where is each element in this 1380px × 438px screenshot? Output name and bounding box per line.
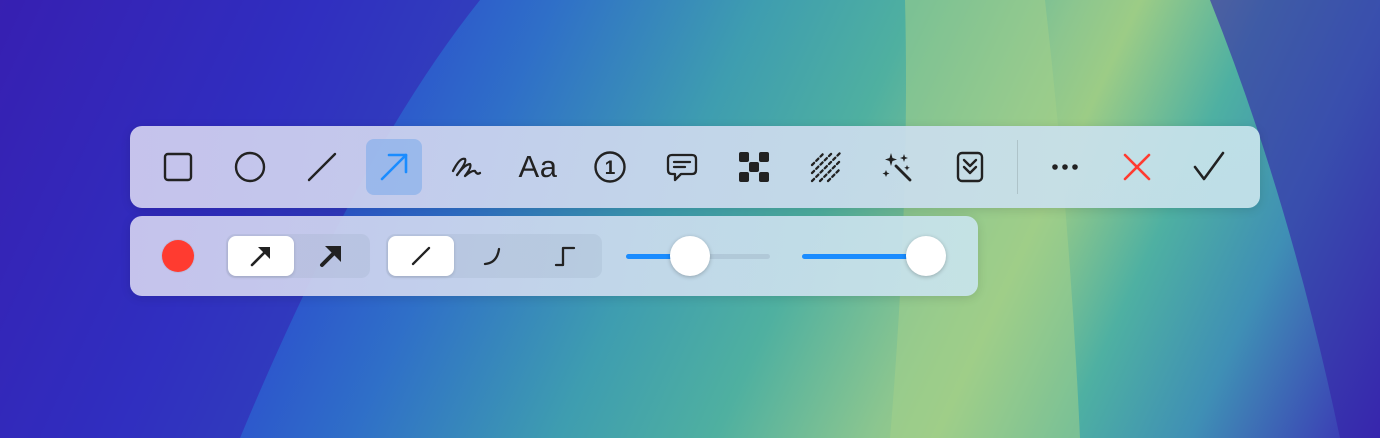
save-tool[interactable] bbox=[942, 139, 998, 195]
text-tool[interactable]: Aa bbox=[510, 139, 566, 195]
stroke-size-slider[interactable] bbox=[626, 236, 770, 276]
magic-tool[interactable] bbox=[870, 139, 926, 195]
hatch-icon bbox=[810, 151, 842, 183]
download-box-icon bbox=[956, 151, 984, 183]
text-tool-label: Aa bbox=[518, 149, 558, 184]
opacity-knob[interactable] bbox=[906, 236, 946, 276]
pixelate-tool[interactable] bbox=[726, 139, 782, 195]
rectangle-icon bbox=[163, 152, 193, 182]
arrow-style-segmented bbox=[226, 234, 370, 278]
ellipse-icon bbox=[234, 151, 266, 183]
line-style-segmented bbox=[386, 234, 602, 278]
rectangle-tool[interactable] bbox=[150, 139, 206, 195]
close-icon bbox=[1123, 153, 1151, 181]
color-picker-swatch[interactable] bbox=[162, 240, 194, 272]
arrow-icon bbox=[380, 153, 408, 181]
ellipse-tool[interactable] bbox=[222, 139, 278, 195]
checkmark-icon bbox=[1193, 151, 1225, 181]
line-icon bbox=[307, 152, 337, 182]
tool-options-bar bbox=[130, 216, 978, 296]
svg-text:1: 1 bbox=[605, 158, 616, 179]
stroke-size-knob[interactable] bbox=[670, 236, 710, 276]
confirm-button[interactable] bbox=[1181, 139, 1237, 195]
magic-wand-icon bbox=[882, 153, 912, 182]
elbow-line-icon bbox=[554, 246, 576, 267]
cancel-button[interactable] bbox=[1109, 139, 1165, 195]
elbow-line-button[interactable] bbox=[532, 236, 598, 276]
scribble-icon bbox=[451, 157, 482, 178]
pen-tool[interactable] bbox=[438, 139, 494, 195]
arrow-filled-icon bbox=[320, 246, 341, 267]
line-tool[interactable] bbox=[294, 139, 350, 195]
callout-tool[interactable] bbox=[654, 139, 710, 195]
curved-line-icon bbox=[483, 247, 501, 266]
outline-arrow-style-button[interactable] bbox=[228, 236, 294, 276]
straight-line-icon bbox=[411, 246, 431, 266]
more-icon bbox=[1052, 164, 1078, 170]
annotation-toolbar: Aa 1 bbox=[130, 126, 1260, 208]
pixelate-icon bbox=[739, 152, 769, 182]
arrow-tool[interactable] bbox=[366, 139, 422, 195]
toolbar-divider bbox=[1017, 140, 1018, 194]
arrow-outline-icon bbox=[250, 247, 270, 267]
filled-arrow-style-button[interactable] bbox=[298, 236, 364, 276]
counter-tool[interactable]: 1 bbox=[582, 139, 638, 195]
opacity-slider[interactable] bbox=[802, 236, 946, 276]
speech-bubble-icon bbox=[666, 153, 698, 182]
number-badge-icon: 1 bbox=[594, 151, 626, 183]
blur-tool[interactable] bbox=[798, 139, 854, 195]
curved-line-button[interactable] bbox=[460, 236, 526, 276]
more-button[interactable] bbox=[1037, 139, 1093, 195]
straight-line-button[interactable] bbox=[388, 236, 454, 276]
